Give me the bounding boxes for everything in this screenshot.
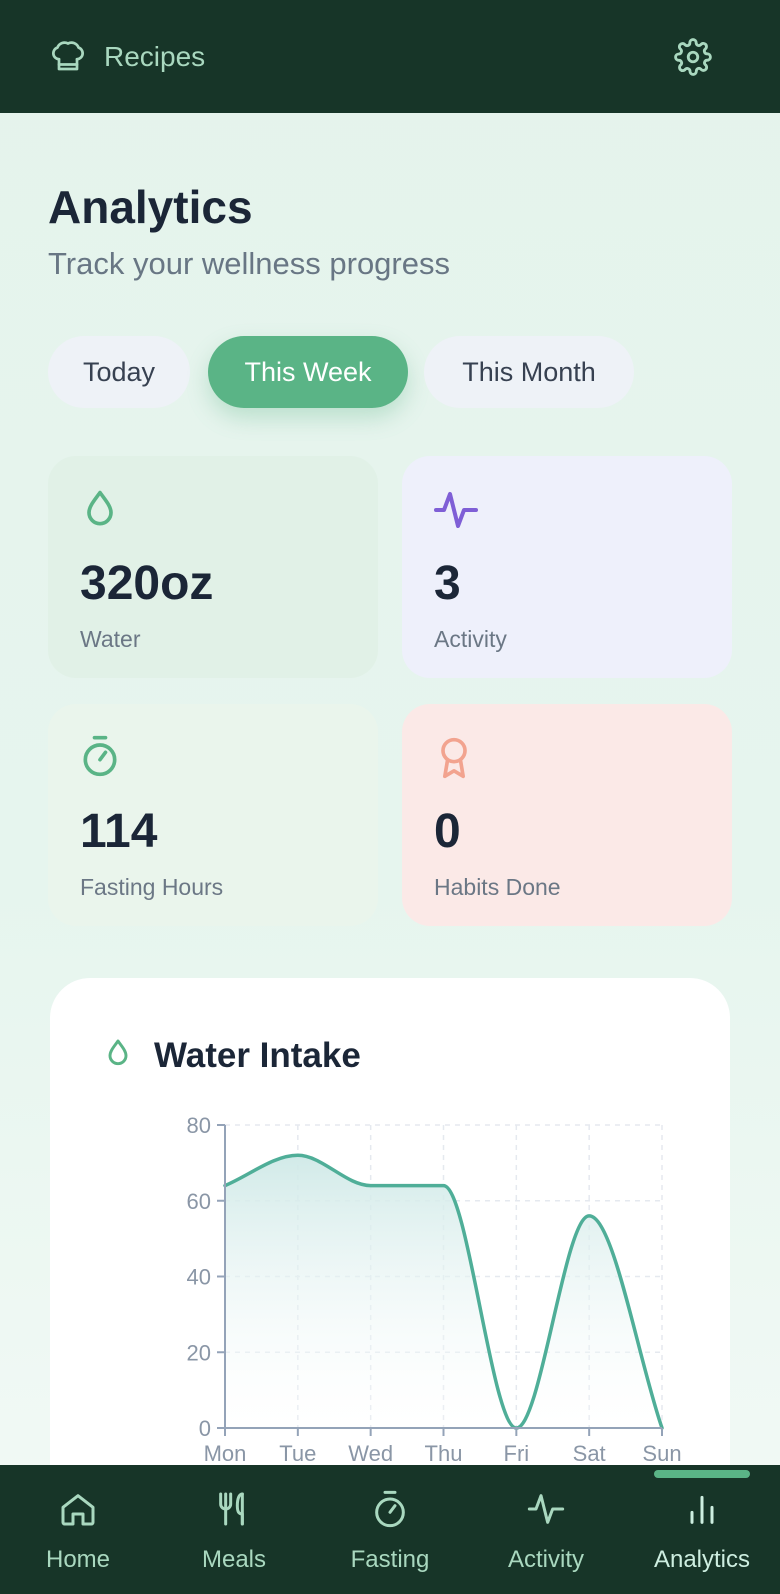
fasting-label: Fasting Hours: [80, 874, 224, 900]
water-label: Water: [80, 626, 141, 652]
nav-activity[interactable]: Activity: [468, 1465, 624, 1594]
bar-chart-icon: [682, 1489, 722, 1534]
activity-value: 3: [434, 557, 461, 610]
utensils-icon: [214, 1489, 254, 1534]
water-drop-icon: [78, 486, 122, 537]
nav-home-label: Home: [45, 1546, 111, 1573]
fasting-stat-card[interactable]: 114 Fasting Hours: [48, 704, 378, 926]
habits-value: 0: [434, 805, 461, 858]
activity-stat-card[interactable]: 3 Activity: [402, 456, 732, 678]
x-tick-label: Sun: [642, 1441, 681, 1466]
nav-fasting-label: Fasting: [350, 1546, 430, 1573]
tab-today[interactable]: Today: [48, 336, 190, 408]
activity-label: Activity: [434, 626, 507, 652]
y-tick-label: 40: [187, 1265, 211, 1290]
nav-home[interactable]: Home: [0, 1465, 156, 1594]
gear-icon[interactable]: [674, 37, 712, 76]
x-tick-label: Mon: [204, 1441, 247, 1466]
award-icon: [432, 734, 476, 787]
bottom-nav: Home Meals Fasting Activity Analytics: [0, 1465, 780, 1594]
x-tick-label: Tue: [279, 1441, 316, 1466]
home-icon: [58, 1489, 98, 1534]
x-tick-label: Thu: [425, 1441, 463, 1466]
water-stat-card[interactable]: 320oz Water: [48, 456, 378, 678]
nav-activity-label: Activity: [507, 1546, 584, 1573]
water-value: 320oz: [80, 557, 214, 610]
tab-this-month[interactable]: This Month: [424, 336, 634, 408]
y-tick-label: 60: [187, 1189, 211, 1214]
top-app-bar: Recipes: [0, 0, 780, 113]
nav-analytics-label: Analytics: [653, 1546, 751, 1573]
stopwatch-icon: [78, 734, 122, 783]
x-tick-label: Sat: [573, 1441, 606, 1466]
water-intake-chart: 0 20 40 60 80 Mon Tue Wed Thu Fri Sat Sun: [187, 1113, 682, 1466]
nav-analytics[interactable]: Analytics: [624, 1465, 780, 1594]
water-intake-chart-card: Water Intake 0 20 40 60 80 Mon Tue Wed Thu Fri Sat…: [50, 978, 730, 1498]
nav-meals-label: Meals: [201, 1546, 267, 1573]
pulse-icon: [526, 1489, 566, 1534]
y-tick-label: 0: [199, 1416, 211, 1441]
water-area-fill: [225, 1155, 662, 1428]
pulse-icon: [432, 486, 480, 539]
chef-hat-icon: [50, 39, 86, 75]
page-title: Analytics: [48, 181, 253, 233]
y-tick-label: 80: [187, 1113, 211, 1138]
habits-label: Habits Done: [434, 874, 561, 900]
recipes-label: Recipes: [104, 40, 206, 72]
x-tick-label: Wed: [348, 1441, 393, 1466]
tab-this-week[interactable]: This Week: [208, 336, 408, 408]
nav-meals[interactable]: Meals: [156, 1465, 312, 1594]
stopwatch-icon: [370, 1489, 410, 1534]
y-tick-label: 20: [187, 1340, 211, 1365]
x-tick-label: Fri: [504, 1441, 530, 1466]
recipes-link[interactable]: Recipes: [50, 39, 205, 75]
habits-stat-card[interactable]: 0 Habits Done: [402, 704, 732, 926]
fasting-value: 114: [80, 805, 158, 858]
nav-fasting[interactable]: Fasting: [312, 1465, 468, 1594]
page-subtitle: Track your wellness progress: [48, 246, 450, 281]
